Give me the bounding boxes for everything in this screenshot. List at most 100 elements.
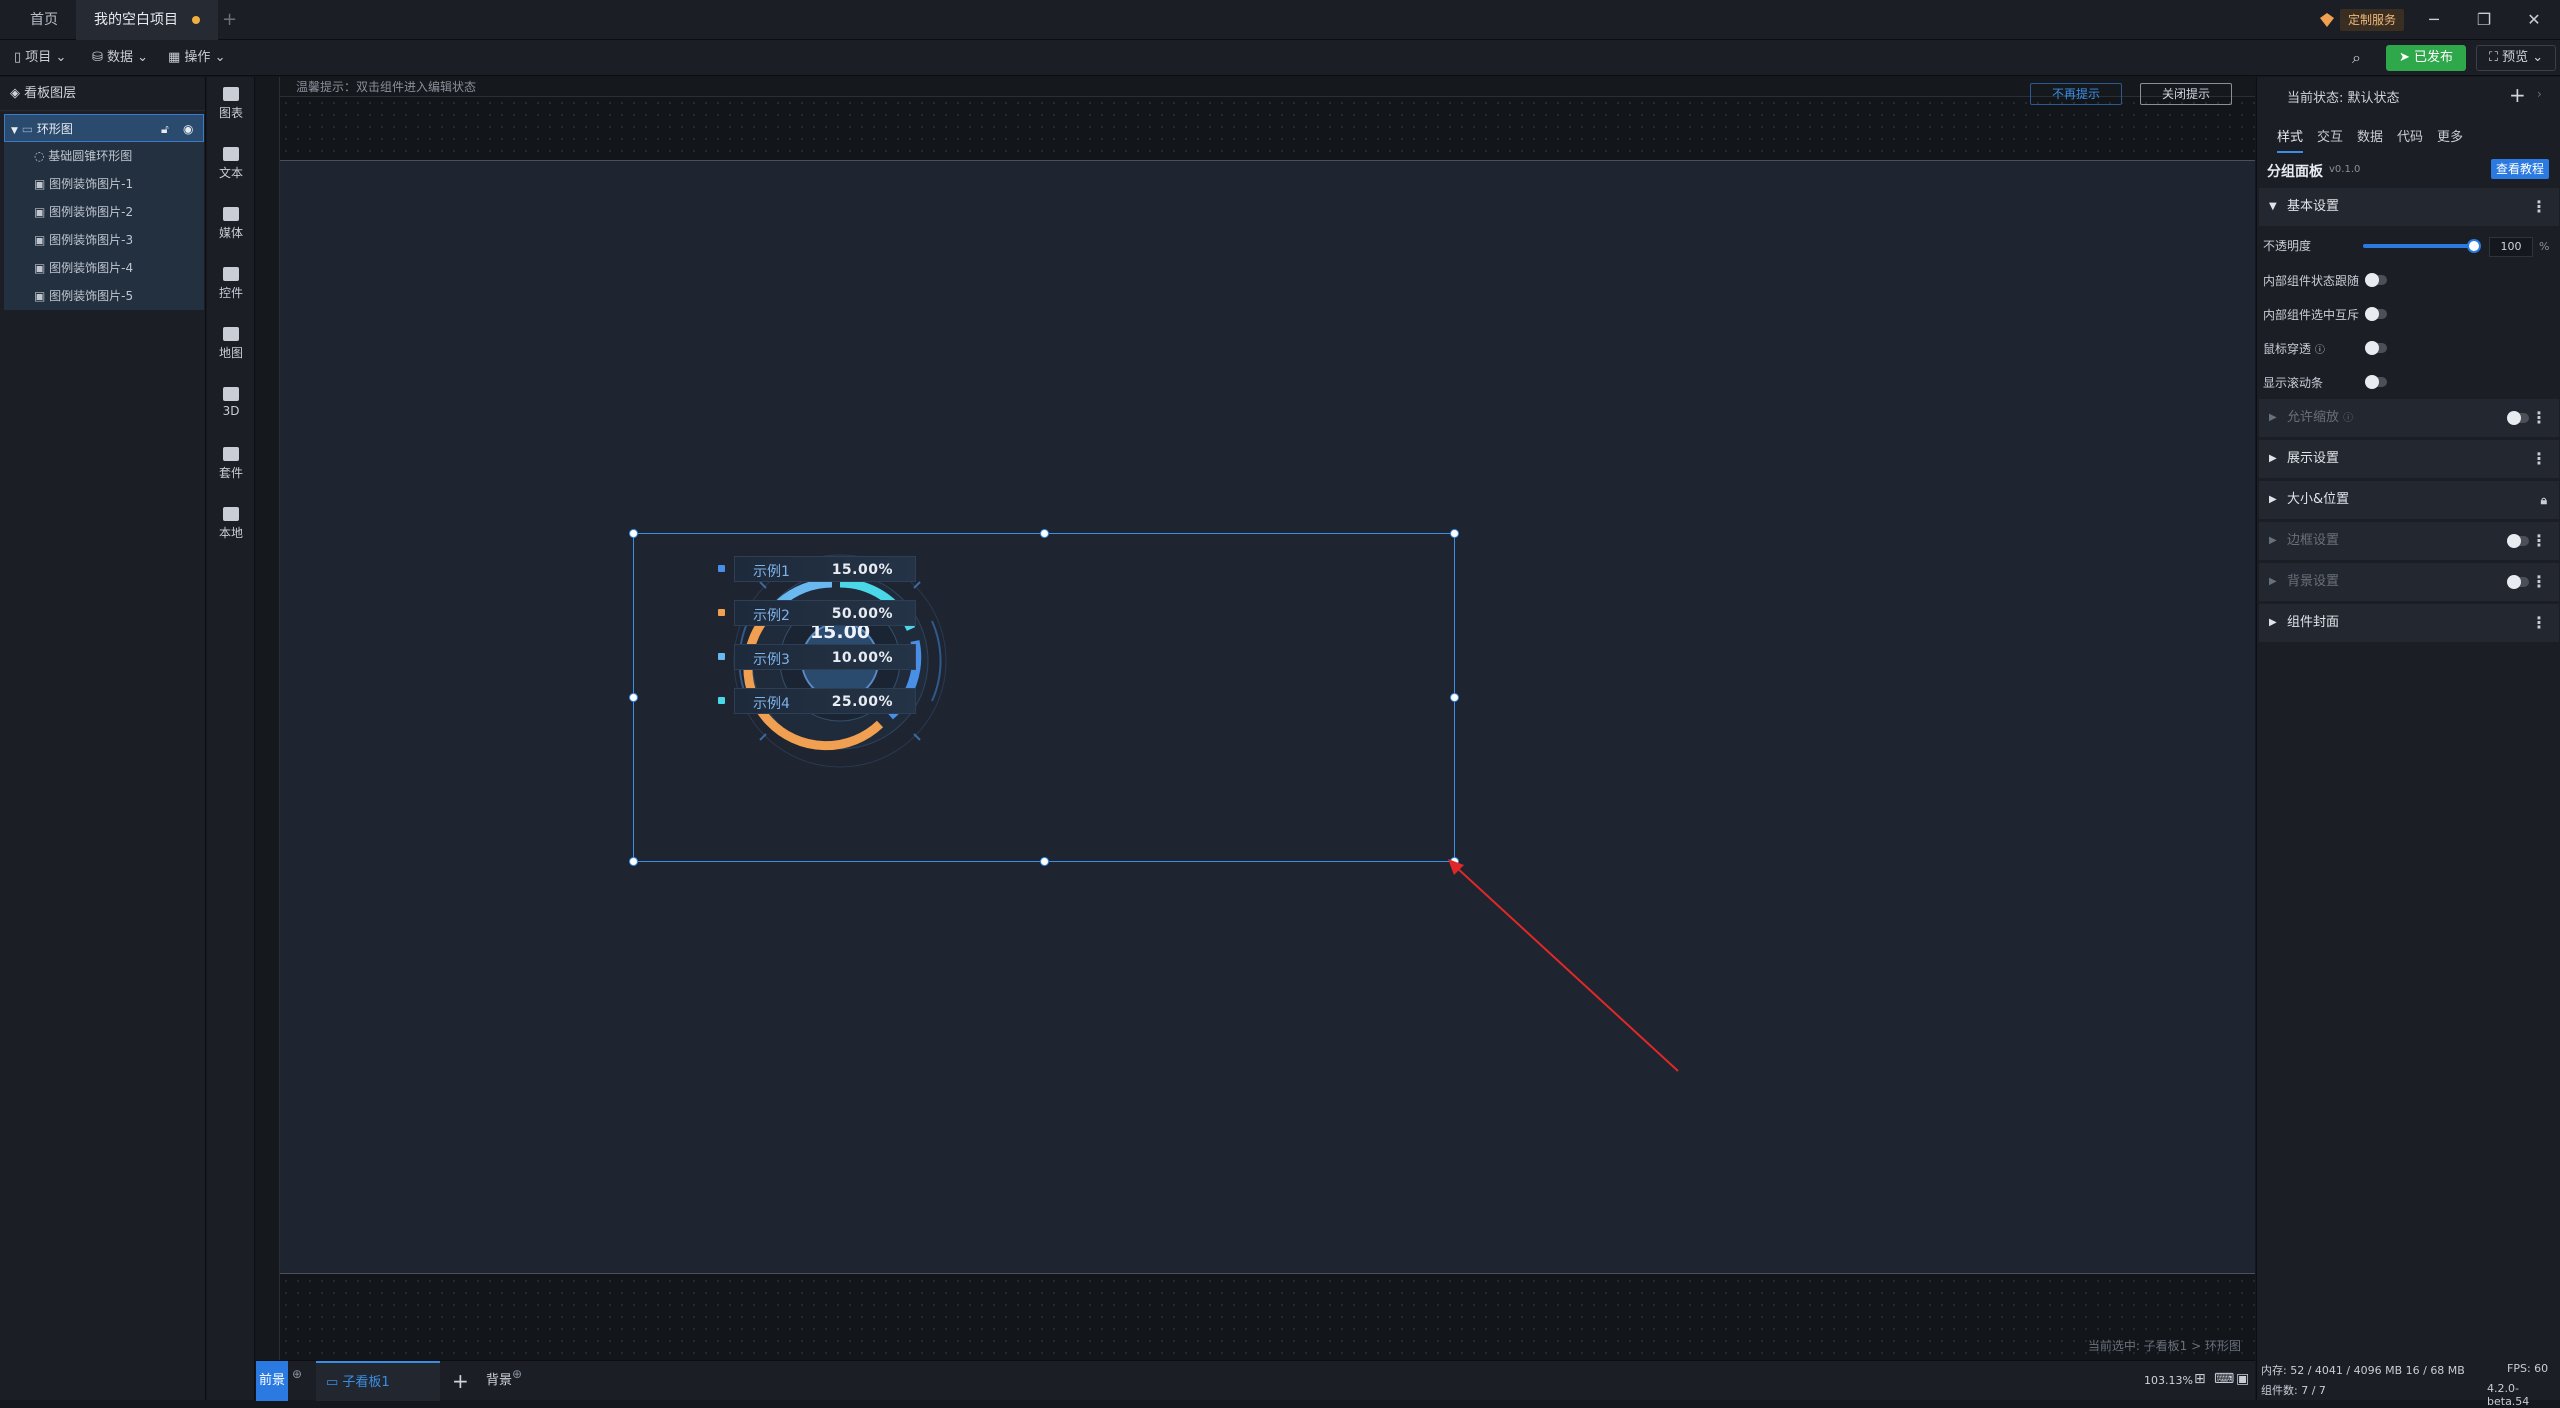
section-border[interactable]: ▶ 边框设置 ⋮ (2259, 522, 2559, 560)
component-control[interactable]: 控件 (207, 267, 255, 301)
add-subboard-icon[interactable]: + (452, 1369, 469, 1393)
section-display[interactable]: ▶ 展示设置 ⋮ (2259, 440, 2559, 478)
terminal-icon[interactable]: ▣ (2236, 1371, 2249, 1387)
resize-handle[interactable] (1450, 529, 1459, 538)
opacity-slider-thumb[interactable] (2467, 239, 2481, 253)
add-state-icon[interactable]: + (2509, 83, 2526, 107)
resize-handle[interactable] (629, 693, 638, 702)
legend-name: 示例4 (753, 696, 790, 712)
eye-icon[interactable]: ◉ (183, 115, 193, 143)
fit-screen-icon[interactable]: ⊞ (2194, 1371, 2206, 1387)
component-media[interactable]: 媒体 (207, 207, 255, 241)
more-icon[interactable]: ⋮ (2531, 188, 2547, 226)
diamond-icon (2318, 11, 2336, 29)
mouse-through-toggle[interactable] (2365, 341, 2387, 355)
border-toggle[interactable] (2507, 534, 2529, 548)
layer-item[interactable]: ▣ 图例装饰图片-1 (4, 170, 204, 198)
more-icon[interactable]: ⋮ (2531, 522, 2547, 560)
tab-more[interactable]: 更多 (2437, 126, 2463, 145)
component-chart[interactable]: 图表 (207, 87, 255, 121)
tutorial-button[interactable]: 查看教程 (2491, 159, 2549, 179)
section-background[interactable]: ▶ 背景设置 ⋮ (2259, 563, 2559, 601)
tab-project[interactable]: 我的空白项目 (76, 0, 218, 40)
publish-button[interactable]: ➤ 已发布 (2386, 45, 2466, 71)
section-basic[interactable]: ▼ 基本设置 ⋮ (2259, 188, 2559, 226)
legend-item[interactable]: 示例2 50.00% (718, 600, 916, 626)
close-hint-button[interactable]: 关闭提示 (2140, 83, 2232, 105)
more-icon[interactable]: ⋮ (2531, 604, 2547, 642)
layer-item[interactable]: ▣ 图例装饰图片-3 (4, 226, 204, 254)
data-menu[interactable]: ⛁ 数据 ⌄ (92, 40, 148, 76)
close-icon[interactable]: ✕ (2510, 0, 2558, 40)
current-state-value: 默认状态 (2347, 91, 2400, 106)
background-toggle[interactable] (2507, 575, 2529, 589)
lock-icon[interactable]: 🔒︎ (2541, 481, 2547, 519)
minimize-icon[interactable]: ─ (2410, 0, 2458, 40)
more-icon[interactable]: ⋮ (2531, 440, 2547, 478)
resize-handle[interactable] (1040, 857, 1049, 866)
help-icon[interactable]: ⓘ (2343, 413, 2353, 424)
more-icon[interactable]: ⋮ (2531, 563, 2547, 601)
chevron-right-icon[interactable]: › (2537, 87, 2542, 101)
layer-group-donut[interactable]: ▼ ▭ 环形图 🔓︎ ◉ (4, 114, 204, 142)
inner-follow-toggle[interactable] (2365, 273, 2387, 287)
layer-item[interactable]: ▣ 图例装饰图片-2 (4, 198, 204, 226)
section-border-label: 边框设置 (2287, 533, 2340, 548)
puzzle-icon (223, 507, 239, 521)
tab-home[interactable]: 首页 (12, 0, 76, 40)
subboard-tab[interactable]: ▭ 子看板1 (316, 1361, 440, 1401)
board-stage[interactable]: 15.00 % 示例1 15.00% 示例2 50.00% 示例3 10.00% (280, 160, 2255, 1274)
folder-icon: ▭ (21, 122, 34, 136)
layer-item[interactable]: ◌ 基础圆锥环形图 (4, 142, 204, 170)
no-more-hint-button[interactable]: 不再提示 (2030, 83, 2122, 105)
keyboard-icon[interactable]: ⌨ (2214, 1371, 2234, 1387)
legend-item[interactable]: 示例1 15.00% (718, 556, 916, 582)
background-add-icon[interactable]: ⊕ (512, 1367, 522, 1381)
unlock-icon[interactable]: 🔓︎ (161, 115, 169, 143)
restore-icon[interactable]: ❐ (2460, 0, 2508, 40)
zoom-level[interactable]: 103.13% (2144, 1361, 2193, 1401)
tab-style[interactable]: 样式 (2277, 126, 2304, 153)
component-local[interactable]: 本地 (207, 507, 255, 541)
component-text[interactable]: 文本 (207, 147, 255, 181)
component-map[interactable]: 地图 (207, 327, 255, 361)
resize-handle[interactable] (629, 857, 638, 866)
layer-item[interactable]: ▣ 图例装饰图片-5 (4, 282, 204, 310)
resize-handle[interactable] (1450, 693, 1459, 702)
layer-item[interactable]: ▣ 图例装饰图片-4 (4, 254, 204, 282)
more-icon[interactable]: ⋮ (2531, 399, 2547, 437)
legend-item[interactable]: 示例4 25.00% (718, 688, 916, 714)
current-state[interactable]: 当前状态: 默认状态 (2287, 87, 2400, 106)
caret-right-icon: ▶ (2269, 494, 2277, 505)
help-icon[interactable]: ⓘ (2315, 345, 2325, 356)
section-size-position[interactable]: ▶ 大小&位置 🔒︎ (2259, 481, 2559, 519)
custom-service-button[interactable]: 定制服务 (2340, 9, 2405, 31)
preview-button[interactable]: ⛶ 预览 ⌄ (2476, 45, 2556, 71)
legend-item[interactable]: 示例3 10.00% (718, 644, 916, 670)
search-icon[interactable]: ⌕ (2352, 40, 2361, 76)
component-3d[interactable]: 3D (207, 387, 255, 418)
component-kit[interactable]: 套件 (207, 447, 255, 481)
inner-mutex-toggle[interactable] (2365, 307, 2387, 321)
resize-handle[interactable] (1040, 529, 1049, 538)
foreground-add-icon[interactable]: ⊕ (292, 1367, 302, 1381)
operate-menu[interactable]: ▦ 操作 ⌄ (168, 40, 225, 76)
new-tab-button[interactable]: + (204, 0, 255, 40)
background-tab[interactable]: 背景 (486, 1361, 512, 1401)
section-allow-scale[interactable]: ▶ 允许缩放 ⓘ ⋮ (2259, 399, 2559, 437)
opacity-slider-track[interactable] (2363, 244, 2473, 248)
opacity-input[interactable]: 100 (2489, 237, 2533, 257)
tab-data[interactable]: 数据 (2357, 126, 2383, 145)
resize-handle[interactable] (629, 529, 638, 538)
canvas-area[interactable]: 温馨提示：双击组件进入编辑状态 不再提示 关闭提示 15.00 示例1 15.0… (256, 77, 2255, 1360)
section-cover[interactable]: ▶ 组件封面 ⋮ (2259, 604, 2559, 642)
foreground-tab[interactable]: 前景 (256, 1361, 288, 1401)
allow-scale-toggle[interactable] (2507, 411, 2529, 425)
scrollbar-toggle[interactable] (2365, 375, 2387, 389)
tab-code[interactable]: 代码 (2397, 126, 2423, 145)
layer-item-label: 图例装饰图片-2 (49, 205, 134, 219)
project-menu[interactable]: ▯ 项目 ⌄ (14, 40, 66, 76)
legend-color-swatch (718, 609, 725, 616)
tab-interaction[interactable]: 交互 (2317, 126, 2343, 145)
expand-caret-icon[interactable]: ▼ (11, 126, 18, 136)
